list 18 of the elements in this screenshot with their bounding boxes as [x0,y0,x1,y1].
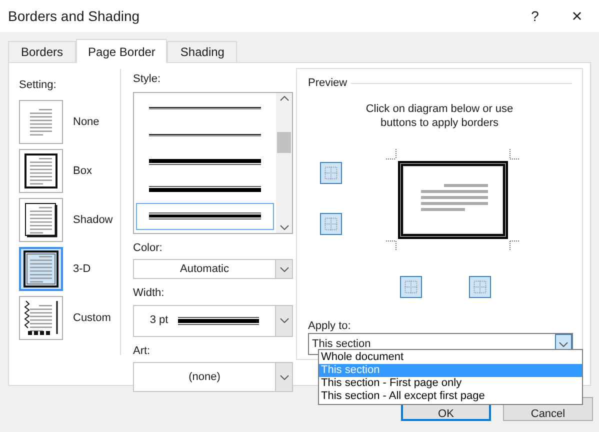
width-value: 3 pt [150,313,168,328]
setting-option-label: Box [73,164,92,179]
color-value: Automatic [180,262,229,277]
preview-instructions: Click on diagram below or use buttons to apply borders [364,102,514,130]
art-label: Art: [133,344,152,358]
setting-option-label: 3-D [73,262,91,277]
art-value: (none) [188,370,220,385]
window-title: Borders and Shading [7,6,141,26]
apply-to-value: This section [312,336,371,352]
setting-option-label: Custom [73,310,111,326]
width-label: Width: [133,286,166,301]
setting-label: Setting: [19,78,58,93]
setting-option-label: Shadow [73,212,113,228]
setting-option-label: None [73,114,100,130]
preview-label: Preview [308,76,348,91]
apply-to-label: Apply to: [308,319,351,334]
color-label: Color: [133,240,164,256]
style-label: Style: [133,72,162,87]
